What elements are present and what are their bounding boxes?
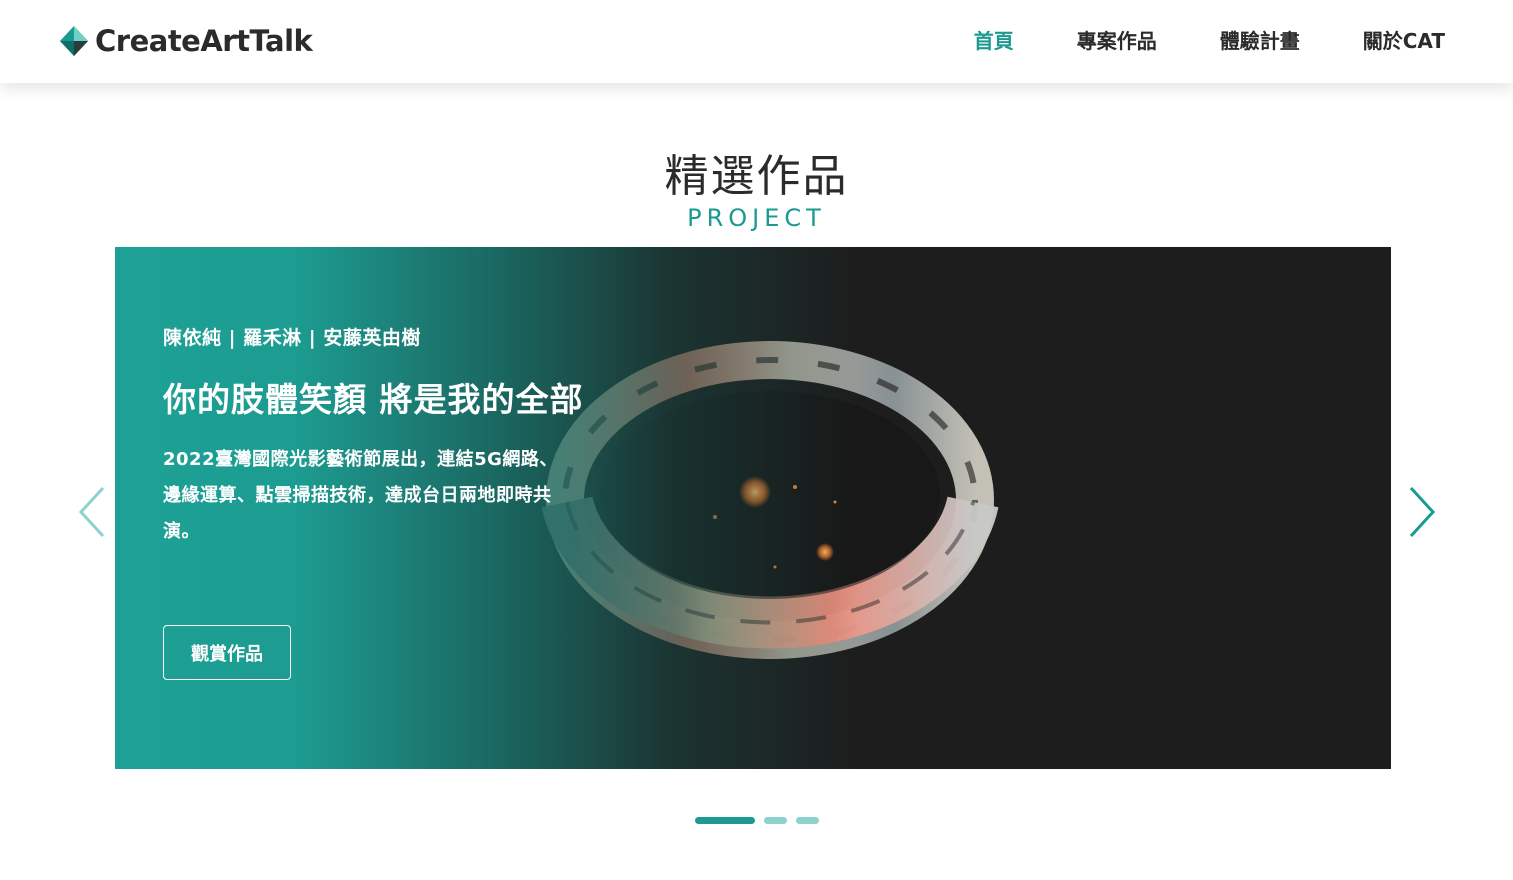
slide-content: 陳依純 | 羅禾淋 | 安藤英由樹 你的肢體笑顏 將是我的全部 2022臺灣國際…: [163, 325, 723, 550]
slide-authors: 陳依純 | 羅禾淋 | 安藤英由樹: [163, 327, 421, 349]
section-title: 精選作品: [664, 151, 849, 202]
section-subtitle: PROJECT: [687, 204, 826, 232]
nav-item-projects[interactable]: 專案作品: [1077, 26, 1157, 56]
site-header: CreateArtTalk 首頁 專案作品 體驗計畫 關於CAT: [0, 0, 1513, 83]
logo-diamond-icon: [60, 26, 88, 56]
carousel-dot-1[interactable]: [695, 817, 755, 824]
carousel-next-arrow-icon[interactable]: [1405, 484, 1439, 540]
view-work-button[interactable]: 觀賞作品: [163, 625, 291, 680]
nav-item-home[interactable]: 首頁: [974, 26, 1014, 56]
carousel-dot-3[interactable]: [796, 817, 819, 824]
main-nav: 首頁 專案作品 體驗計畫 關於CAT: [974, 26, 1445, 56]
carousel-dot-2[interactable]: [764, 817, 787, 824]
logo-text: CreateArtTalk: [95, 24, 313, 58]
logo[interactable]: CreateArtTalk: [60, 22, 313, 60]
slide-title: 你的肢體笑顏 將是我的全部: [163, 380, 584, 419]
nav-item-experience[interactable]: 體驗計畫: [1220, 26, 1300, 56]
carousel-prev-arrow-icon[interactable]: [75, 484, 109, 540]
nav-item-about[interactable]: 關於CAT: [1363, 26, 1445, 56]
carousel-pagination: [695, 817, 819, 824]
slide-description: 2022臺灣國際光影藝術節展出，連結5G網路、邊緣運算、點雲掃描技術，達成台日兩…: [163, 449, 558, 542]
carousel-slide: 陳依純 | 羅禾淋 | 安藤英由樹 你的肢體笑顏 將是我的全部 2022臺灣國際…: [115, 247, 1391, 769]
